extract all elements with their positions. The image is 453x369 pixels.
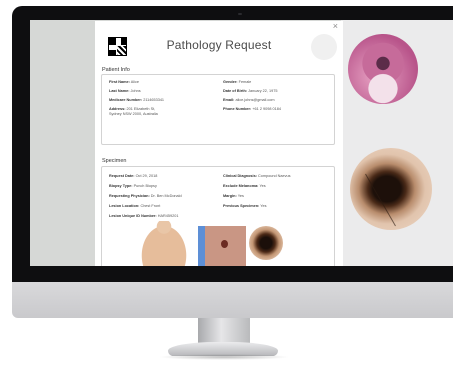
lesion-closeup-image[interactable]: [249, 226, 283, 260]
patient-section-title: Patient Info: [102, 67, 130, 73]
medicare-field: Medicare Number: 2114653341: [109, 98, 165, 102]
exclude-melanoma-field: Exclude Melanoma: Yes: [223, 184, 266, 188]
lesion-id-field: Lesion Unique ID Number: HAR459201: [109, 214, 179, 218]
monitor-chin: [12, 282, 453, 318]
histology-image[interactable]: [348, 34, 418, 104]
request-date-field: Request Date: Oct 29, 2018: [109, 174, 158, 178]
dob-field: Date of Birth: January 22, 1975: [223, 89, 278, 93]
lesion-location-field: Lesion Location: Chest Front: [109, 204, 161, 208]
body-map-figure[interactable]: [138, 221, 190, 266]
diagnosis-field: Clinical Diagnosis: Compound Naevus: [223, 174, 291, 178]
camera: [238, 13, 242, 15]
physician-field: Requesting Physician: Dr. Ben McDonald: [109, 194, 182, 198]
first-name-field: First Name: Alice: [109, 80, 139, 84]
stand-shadow: [158, 354, 290, 360]
margin-field: Margin: Yes: [223, 194, 244, 198]
lesion-photo-with-ruler[interactable]: [198, 226, 246, 266]
page-title: Pathology Request: [166, 38, 272, 52]
email-field: Email: alice.johns@gmail.com: [223, 98, 275, 102]
address-field: Address: 201 Elizabeth St, Sydney NSW 20…: [109, 107, 158, 116]
screen: × Pathology Request Patient Info First N…: [30, 20, 453, 266]
last-name-field: Last Name: Johns: [109, 89, 141, 93]
gender-field: Gender: Female: [223, 80, 252, 84]
phone-field: Phone Number: +61 2 9098 0184: [223, 107, 281, 111]
biopsy-type-field: Biopsy Type: Punch Biopsy: [109, 184, 157, 188]
specimen-section-title: Specimen: [102, 158, 127, 164]
previous-specimen-field: Previous Specimen: Yes: [223, 204, 267, 208]
close-icon[interactable]: ×: [333, 21, 338, 31]
stamp-badge: [311, 34, 337, 60]
